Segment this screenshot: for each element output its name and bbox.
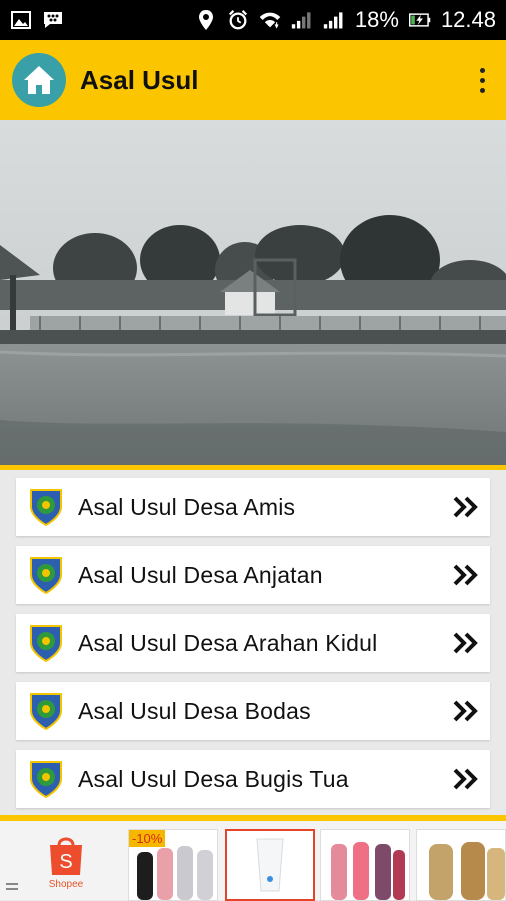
signal-icon [323,9,345,31]
svg-text:S: S [59,851,72,873]
list-item[interactable]: Asal Usul Desa Bugis Tua [16,750,490,808]
ad-product[interactable] [225,829,315,901]
shopee-label: Shopee [48,879,84,890]
alarm-icon [227,9,249,31]
page-title: Asal Usul [80,64,199,95]
more-vert-icon[interactable] [470,60,494,100]
gallery-icon [10,9,32,31]
wifi-icon [259,9,281,31]
battery-charging-icon [408,9,431,31]
hero-image [0,120,506,465]
village-emblem-icon [30,489,62,527]
double-chevron-right-icon [453,700,478,722]
list-item-label: Asal Usul Desa Anjatan [78,561,323,588]
ad-product[interactable] [320,829,410,901]
village-emblem-icon [30,761,62,799]
status-bar-left [10,9,64,31]
list-item-label: Asal Usul Desa Arahan Kidul [78,629,378,656]
hero-divider [0,465,506,470]
double-chevron-right-icon [453,564,478,586]
app-bar: Asal Usul [0,40,506,120]
ad-product[interactable]: -10% [128,829,218,901]
home-icon [24,66,54,94]
double-chevron-right-icon [453,496,478,518]
list-item-label: Asal Usul Desa Bodas [78,697,311,724]
village-emblem-icon [30,625,62,663]
ad-shopee[interactable]: S Shopee [20,829,112,901]
home-button[interactable] [12,53,66,107]
list-item-label: Asal Usul Desa Amis [78,493,296,520]
double-chevron-right-icon [453,632,478,654]
shopee-bag-icon: S [50,837,82,875]
status-bar: 18% 12.48 [0,0,506,40]
list-item[interactable]: Asal Usul Desa Bodas [16,682,490,740]
list-item[interactable]: Asal Usul Desa Anjatan [16,546,490,604]
village-emblem-icon [30,557,62,595]
list-item[interactable]: Asal Usul Desa Amis [16,478,490,536]
village-emblem-icon [30,693,62,731]
ad-strip: S Shopee -10% [0,821,506,901]
discount-badge: -10% [129,830,166,847]
village-list: Asal Usul Desa Amis Asal Usul Desa Anjat… [16,478,490,818]
signal-icon [291,9,313,31]
clock: 12.48 [440,7,496,32]
double-chevron-right-icon [453,768,478,790]
ad-menu-icon[interactable] [6,883,18,893]
location-icon [195,9,217,31]
bbm-icon [42,9,64,31]
list-item-label: Asal Usul Desa Bugis Tua [78,765,349,792]
list-item[interactable]: Asal Usul Desa Arahan Kidul [16,614,490,672]
battery-percent: 18% [354,7,399,32]
status-bar-right: 18% 12.48 [195,7,496,33]
ad-product[interactable] [416,829,506,901]
ad-banner: S Shopee -10% [0,815,506,901]
